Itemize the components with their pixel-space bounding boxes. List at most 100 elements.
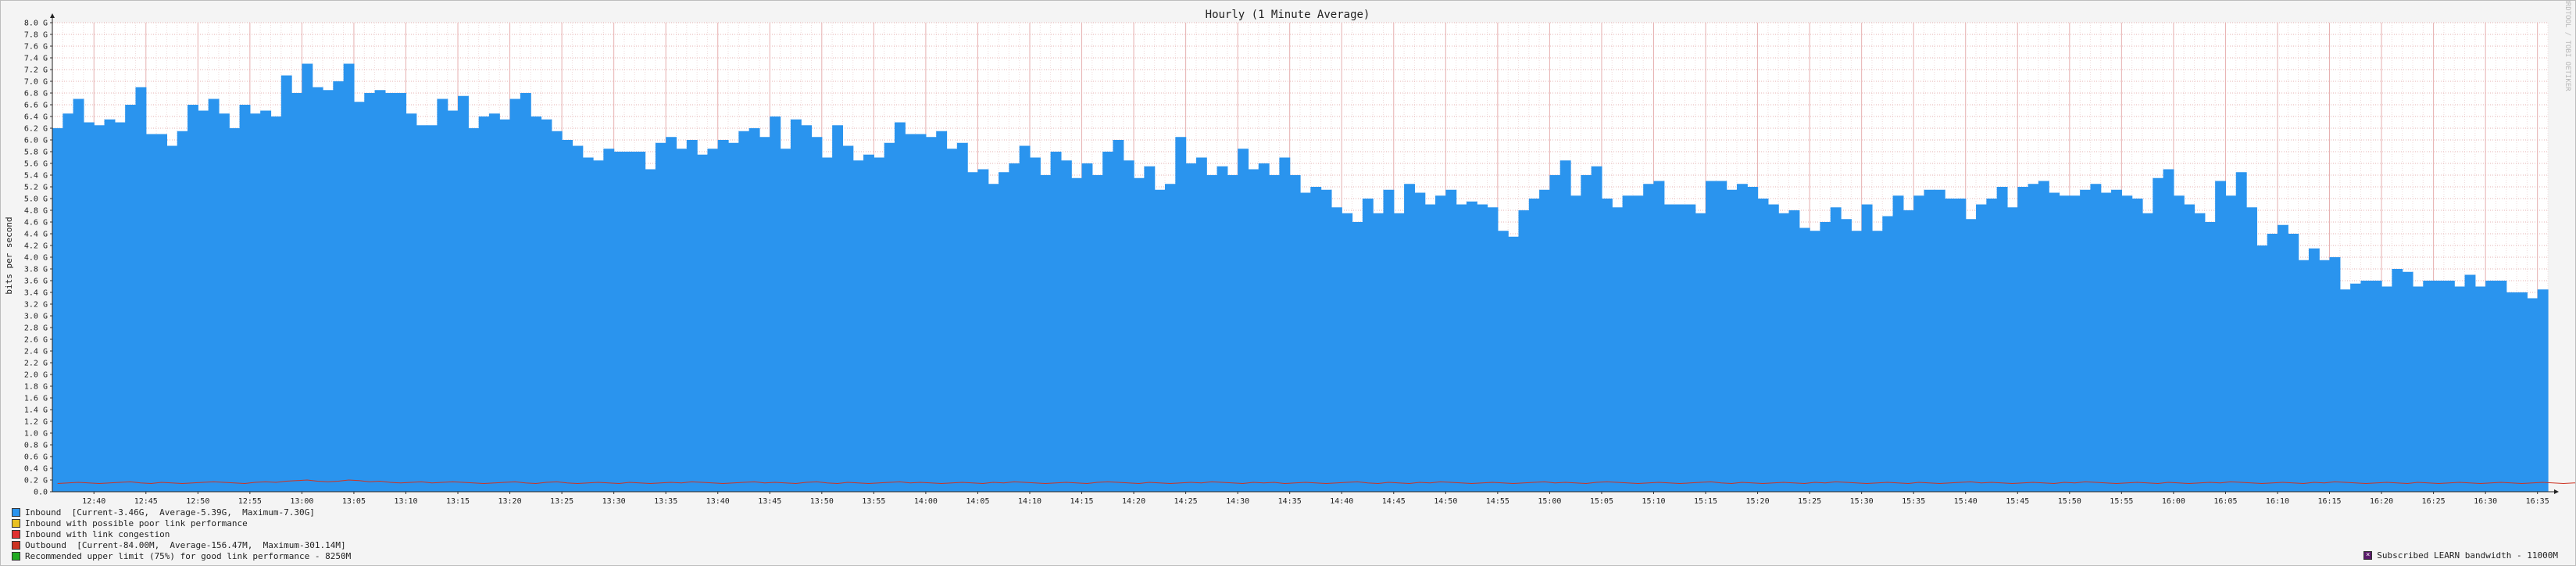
inbound-bar: [894, 122, 906, 492]
x-tick-label: 14:20: [1122, 497, 1145, 506]
inbound-bar: [1695, 213, 1706, 492]
inbound-bar: [2527, 298, 2538, 492]
inbound-bar: [509, 99, 521, 492]
inbound-bar: [655, 142, 666, 492]
inbound-bar: [302, 63, 313, 492]
x-tick-label: 14:55: [1486, 497, 1510, 506]
inbound-bar: [135, 87, 147, 492]
inbound-bar: [1570, 195, 1581, 492]
inbound-bar: [811, 137, 823, 492]
inbound-bar: [1976, 204, 1987, 492]
inbound-bar: [613, 152, 625, 492]
legend-swatch: [12, 529, 20, 539]
x-tick-label: 16:35: [2526, 497, 2549, 506]
inbound-bar: [2412, 286, 2424, 492]
inbound-bar: [1986, 199, 1998, 492]
inbound-bar: [280, 75, 292, 492]
inbound-bar: [323, 90, 334, 492]
inbound-bar: [2308, 248, 2320, 492]
inbound-bar: [239, 105, 251, 492]
inbound-bar: [2329, 257, 2341, 492]
inbound-bar: [1019, 145, 1031, 492]
inbound-bar: [2537, 289, 2549, 492]
inbound-bar: [73, 99, 84, 492]
x-axis-ticks: 12:40 12:45 12:50 12:55 13:00 13:05 13:10 13:15…: [82, 492, 2549, 506]
inbound-bar: [2028, 184, 2039, 492]
inbound-bar: [1404, 184, 1415, 492]
inbound-bar: [270, 116, 282, 492]
legend-item-recommended: Recommended upper limit (75%) for good l…: [12, 550, 351, 561]
x-tick-label: 13:45: [758, 497, 781, 506]
y-axis-label: bits per second: [4, 217, 14, 294]
inbound-bar: [2235, 172, 2247, 492]
x-tick-label: 12:55: [238, 497, 262, 506]
inbound-bar: [1300, 192, 1311, 492]
inbound-bar: [499, 119, 511, 492]
inbound-bar: [1560, 160, 1571, 492]
inbound-bar: [1206, 175, 1218, 492]
inbound-bar: [2017, 187, 2029, 492]
inbound-bar: [1934, 189, 1945, 492]
inbound-bar: [1258, 163, 1270, 492]
x-tick-label: 15:30: [1850, 497, 1874, 506]
inbound-bar: [1497, 231, 1509, 492]
inbound-bar: [1539, 189, 1550, 492]
y-tick-label: 6.2 G: [24, 125, 48, 134]
inbound-bar: [531, 116, 542, 492]
inbound-bar: [1144, 166, 1156, 492]
inbound-bar: [2006, 207, 2018, 492]
inbound-bar: [925, 137, 937, 492]
inbound-bar: [2069, 195, 2081, 492]
inbound-bar: [2423, 281, 2435, 492]
inbound-bar: [562, 140, 573, 492]
y-tick-label: 5.0 G: [24, 195, 48, 204]
inbound-bar: [478, 116, 490, 492]
inbound-bar: [156, 134, 167, 492]
inbound-bar: [384, 93, 396, 492]
x-tick-label: 13:55: [862, 497, 885, 506]
inbound-bar: [738, 131, 750, 492]
inbound-bar: [686, 140, 698, 492]
inbound-bar: [114, 122, 126, 492]
x-tick-label: 14:30: [1226, 497, 1249, 506]
y-tick-label: 1.2 G: [24, 418, 48, 427]
inbound-bar: [177, 131, 188, 492]
x-tick-label: 14:45: [1382, 497, 1406, 506]
x-tick-label: 13:10: [394, 497, 417, 506]
x-tick-label: 16:15: [2317, 497, 2341, 506]
x-tick-label: 14:05: [966, 497, 989, 506]
inbound-bar: [198, 110, 209, 492]
y-tick-label: 1.4 G: [24, 407, 48, 415]
x-tick-label: 14:35: [1278, 497, 1302, 506]
legend-item-inbound: Inbound [Current-3.46G, Average-5.39G, M…: [12, 507, 351, 518]
legend-text: Outbound [Current-84.00M, Average-156.47…: [25, 539, 346, 550]
inbound-bar: [1456, 204, 1467, 492]
y-tick-label: 0.2 G: [24, 477, 48, 485]
y-tick-label: 6.8 G: [24, 90, 48, 99]
y-tick-label: 3.6 G: [24, 278, 48, 286]
y-tick-label: 7.6 G: [24, 43, 48, 52]
subscribed-swatch: ×: [2363, 551, 2373, 560]
inbound-bar: [1716, 181, 1727, 492]
x-tick-label: 13:05: [342, 497, 366, 506]
inbound-bar: [582, 157, 594, 492]
inbound-bar: [832, 125, 844, 492]
inbound-bar: [884, 142, 895, 492]
inbound-bar: [842, 145, 854, 492]
inbound-bar: [2153, 177, 2164, 492]
inbound-bar: [104, 119, 116, 492]
inbound-bar: [468, 128, 480, 492]
legend-subscribed-text: Subscribed LEARN bandwidth - 11000M: [2377, 550, 2558, 561]
y-tick-label: 2.6 G: [24, 336, 48, 345]
inbound-bar: [634, 152, 646, 492]
legend-swatch: [12, 518, 20, 528]
inbound-bar: [520, 93, 531, 492]
inbound-bar: [1685, 204, 1696, 492]
inbound-bar: [125, 105, 137, 492]
inbound-bar: [2163, 169, 2174, 492]
inbound-bar: [1040, 175, 1052, 492]
inbound-bar: [208, 99, 220, 492]
inbound-bar: [1653, 181, 1665, 492]
inbound-bar: [2256, 245, 2268, 492]
x-tick-label: 15:00: [1538, 497, 1561, 506]
